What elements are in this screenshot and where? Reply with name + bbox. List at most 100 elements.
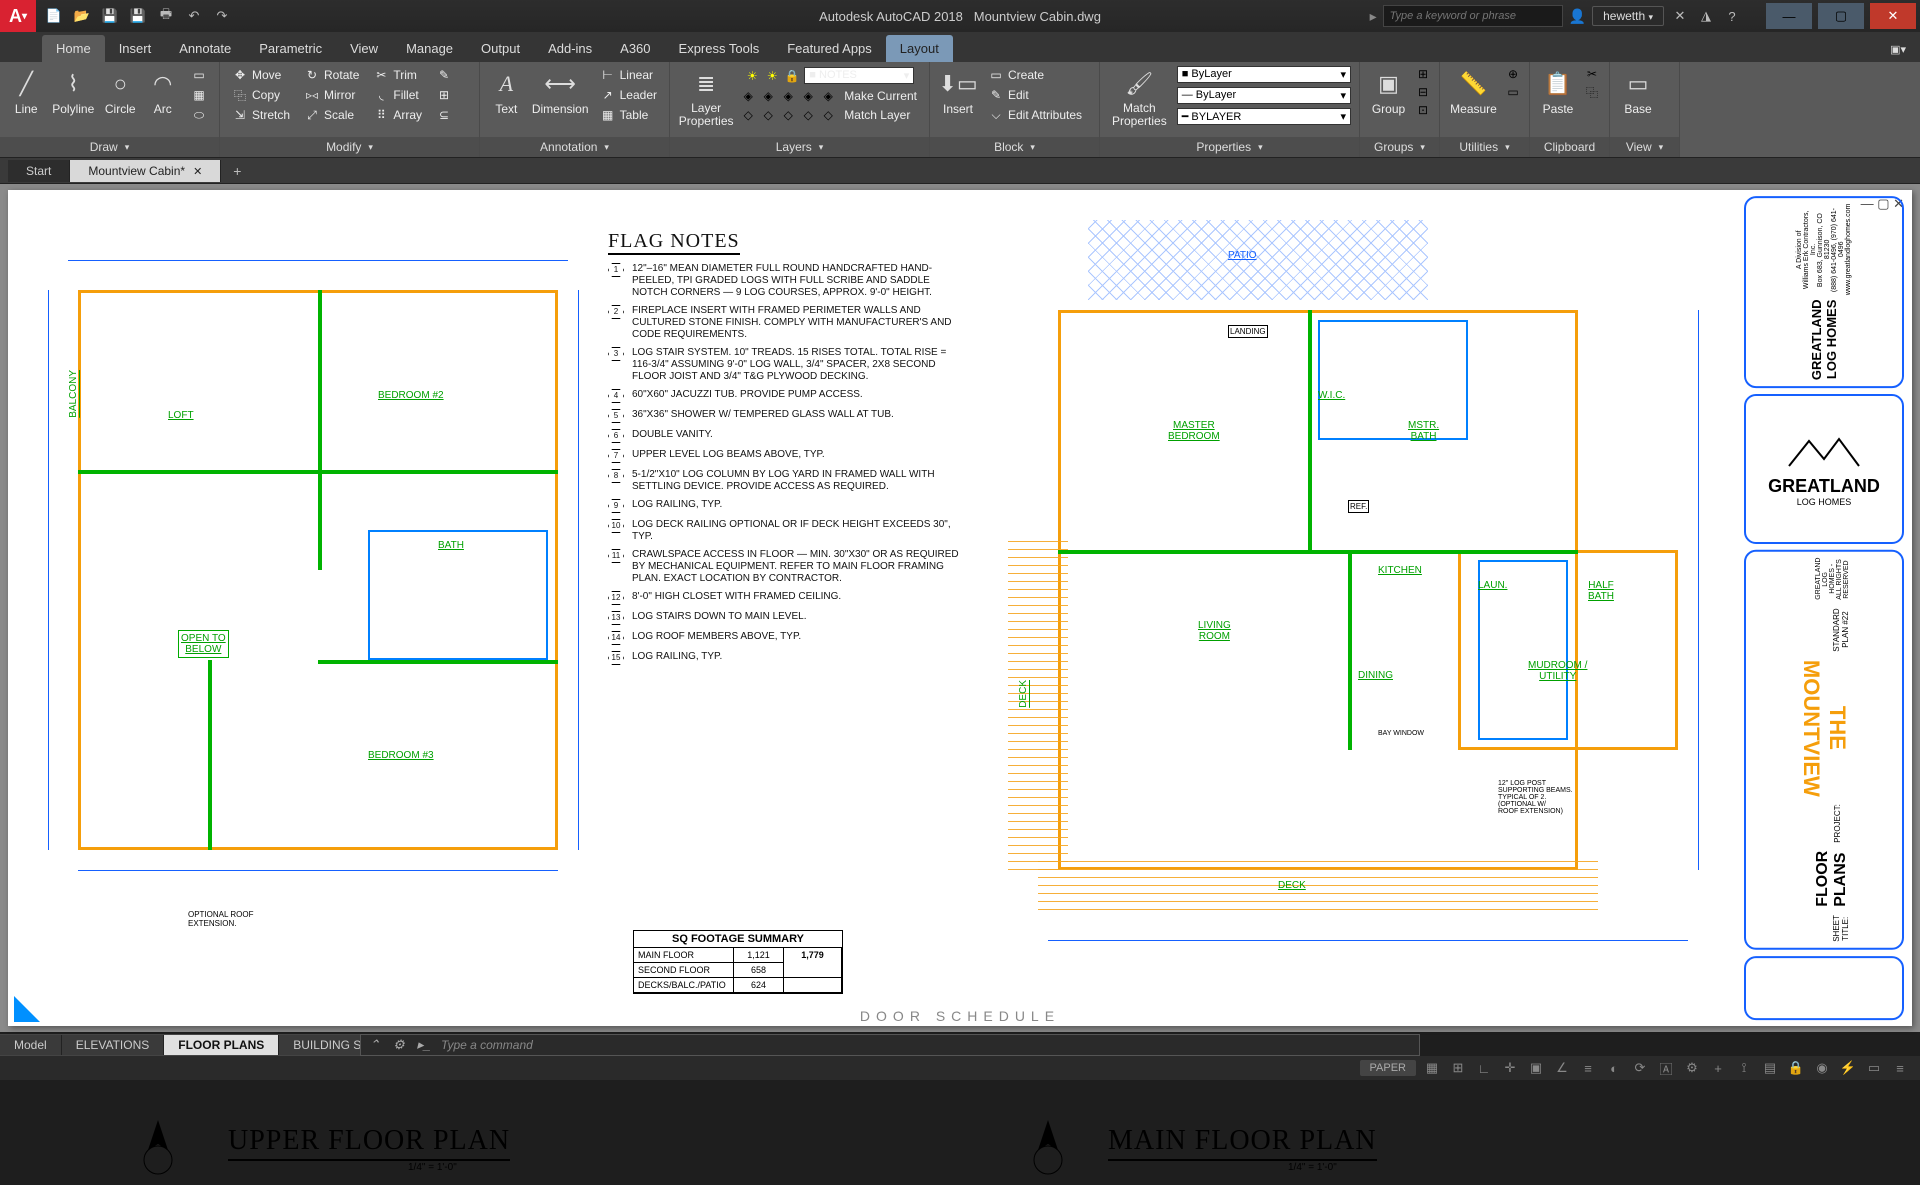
ortho-toggle-icon[interactable]: ∟: [1474, 1059, 1494, 1077]
cut-icon[interactable]: ✂: [1584, 66, 1600, 82]
panel-draw-label[interactable]: Draw: [0, 137, 219, 157]
group-button[interactable]: ▣Group: [1368, 66, 1409, 118]
layer-properties-button[interactable]: ≣Layer Properties: [678, 66, 734, 130]
edit-block-button[interactable]: ✎Edit: [984, 86, 1086, 104]
qat-redo-icon[interactable]: ↷: [212, 6, 232, 26]
layer-tool-icon[interactable]: ◇: [760, 107, 776, 123]
layer-tool-icon[interactable]: ◈: [740, 88, 756, 104]
panel-block-label[interactable]: Block: [930, 137, 1099, 157]
modify-extra-2[interactable]: ⊞: [432, 86, 456, 104]
layout-tab-model[interactable]: Model: [0, 1035, 62, 1055]
annotation-monitor-icon[interactable]: +: [1708, 1059, 1728, 1077]
layer-tool-icon[interactable]: ◇: [740, 107, 756, 123]
hardware-accel-icon[interactable]: ⚡: [1838, 1059, 1858, 1077]
layer-tool-icon[interactable]: ◇: [820, 107, 836, 123]
modify-extra-3[interactable]: ⊆: [432, 106, 456, 124]
cycling-toggle-icon[interactable]: ⟳: [1630, 1059, 1650, 1077]
tab-express-tools[interactable]: Express Tools: [665, 35, 774, 62]
layer-tool-icon[interactable]: ◈: [780, 88, 796, 104]
trim-button[interactable]: ✂Trim: [369, 66, 426, 84]
command-options-icon[interactable]: ⚙: [393, 1037, 409, 1053]
annotation-scale-icon[interactable]: 🄰: [1656, 1059, 1676, 1077]
tab-insert[interactable]: Insert: [105, 35, 166, 62]
qat-saveas-icon[interactable]: 💾: [128, 6, 148, 26]
circle-button[interactable]: ○Circle: [102, 66, 139, 118]
arc-button[interactable]: ◠Arc: [144, 66, 181, 118]
rectangle-button[interactable]: ▭: [187, 66, 211, 84]
layer-tool-icon[interactable]: ◈: [800, 88, 816, 104]
mirror-button[interactable]: ▹◃Mirror: [300, 86, 363, 104]
window-close-button[interactable]: ✕: [1870, 3, 1916, 29]
panel-properties-label[interactable]: Properties: [1100, 137, 1359, 157]
drawing-canvas[interactable]: — ▢ ✕ LOFT BEDROOM #2 BATH BEDROOM #3 OP…: [0, 184, 1920, 1032]
panel-layers-label[interactable]: Layers: [670, 137, 929, 157]
grid-toggle-icon[interactable]: ▦: [1422, 1059, 1442, 1077]
measure-button[interactable]: 📏Measure: [1448, 66, 1499, 118]
table-button[interactable]: ▦Table: [596, 106, 661, 124]
move-button[interactable]: ✥Move: [228, 66, 294, 84]
qat-undo-icon[interactable]: ↶: [184, 6, 204, 26]
transparency-toggle-icon[interactable]: ◐: [1604, 1059, 1624, 1077]
polyline-button[interactable]: ⌇Polyline: [51, 66, 96, 118]
rotate-button[interactable]: ↻Rotate: [300, 66, 363, 84]
copy-button[interactable]: ⿻Copy: [228, 86, 294, 104]
match-properties-button[interactable]: 🖌Match Properties: [1108, 66, 1171, 130]
quick-properties-icon[interactable]: ▤: [1760, 1059, 1780, 1077]
tab-home[interactable]: Home: [42, 35, 105, 62]
panel-utilities-label[interactable]: Utilities: [1440, 137, 1529, 157]
signin-icon[interactable]: 👤: [1569, 8, 1586, 25]
window-maximize-button[interactable]: ▢: [1818, 3, 1864, 29]
keyword-search-input[interactable]: [1383, 5, 1563, 27]
copy-clip-icon[interactable]: ⿻: [1584, 84, 1600, 100]
linetype-combo[interactable]: — ByLayer▾: [1177, 87, 1351, 104]
panel-annotation-label[interactable]: Annotation: [480, 137, 669, 157]
new-file-tab-button[interactable]: +: [221, 159, 253, 183]
layer-tool-icon[interactable]: ◈: [820, 88, 836, 104]
group-tool-icon[interactable]: ⊞: [1415, 66, 1431, 82]
snap-toggle-icon[interactable]: ⊞: [1448, 1059, 1468, 1077]
otrack-toggle-icon[interactable]: ∠: [1552, 1059, 1572, 1077]
exchange-icon[interactable]: ✕: [1670, 6, 1690, 26]
panel-groups-label[interactable]: Groups: [1360, 137, 1439, 157]
units-icon[interactable]: ⟟: [1734, 1059, 1754, 1077]
modify-extra-1[interactable]: ✎: [432, 66, 456, 84]
file-tab-start[interactable]: Start: [8, 160, 70, 182]
help-icon[interactable]: ?: [1722, 6, 1742, 26]
ribbon-collapse-icon[interactable]: ▣▾: [1876, 37, 1920, 62]
match-layer-button[interactable]: Match Layer: [840, 107, 914, 123]
autodesk-icon[interactable]: ◮: [1696, 6, 1716, 26]
layer-tool-icon[interactable]: ◈: [760, 88, 776, 104]
file-tab-active[interactable]: Mountview Cabin*✕: [70, 160, 221, 182]
scale-button[interactable]: ⤢Scale: [300, 106, 363, 124]
qat-new-icon[interactable]: 📄: [44, 6, 64, 26]
layer-tool-icon[interactable]: ◇: [780, 107, 796, 123]
tab-parametric[interactable]: Parametric: [245, 35, 336, 62]
paper-space[interactable]: — ▢ ✕ LOFT BEDROOM #2 BATH BEDROOM #3 OP…: [8, 190, 1912, 1026]
tab-layout[interactable]: Layout: [886, 35, 953, 62]
group-tool-icon[interactable]: ⊟: [1415, 84, 1431, 100]
util-tool-icon[interactable]: ⊕: [1505, 66, 1521, 82]
tab-featured-apps[interactable]: Featured Apps: [773, 35, 886, 62]
text-button[interactable]: AText: [488, 66, 525, 118]
layer-combo[interactable]: ■ NOTES▾: [804, 67, 914, 84]
lineweight-combo[interactable]: ━ BYLAYER▾: [1177, 108, 1351, 125]
dimension-button[interactable]: ⟷Dimension: [531, 66, 590, 118]
lineweight-toggle-icon[interactable]: ≡: [1578, 1059, 1598, 1077]
linear-button[interactable]: ⊢Linear: [596, 66, 661, 84]
osnap-toggle-icon[interactable]: ▣: [1526, 1059, 1546, 1077]
qat-plot-icon[interactable]: 🖶: [156, 6, 176, 26]
layer-tool-icon[interactable]: ◇: [800, 107, 816, 123]
app-menu-icon[interactable]: A▾: [0, 0, 36, 32]
layout-tab-floor-plans[interactable]: FLOOR PLANS: [164, 1035, 279, 1055]
line-button[interactable]: ╱Line: [8, 66, 45, 118]
lock-ui-icon[interactable]: 🔒: [1786, 1059, 1806, 1077]
command-line[interactable]: ⌃ ⚙ ▸_ Type a command: [360, 1034, 1420, 1056]
hatch-button[interactable]: ▦: [187, 86, 211, 104]
array-button[interactable]: ⠿Array: [369, 106, 426, 124]
fillet-button[interactable]: ◟Fillet: [369, 86, 426, 104]
insert-block-button[interactable]: ⬇▭Insert: [938, 66, 978, 118]
ellipse-button[interactable]: ⬭: [187, 106, 211, 124]
tab-annotate[interactable]: Annotate: [165, 35, 245, 62]
group-tool-icon[interactable]: ⊡: [1415, 102, 1431, 118]
stretch-button[interactable]: ⇲Stretch: [228, 106, 294, 124]
